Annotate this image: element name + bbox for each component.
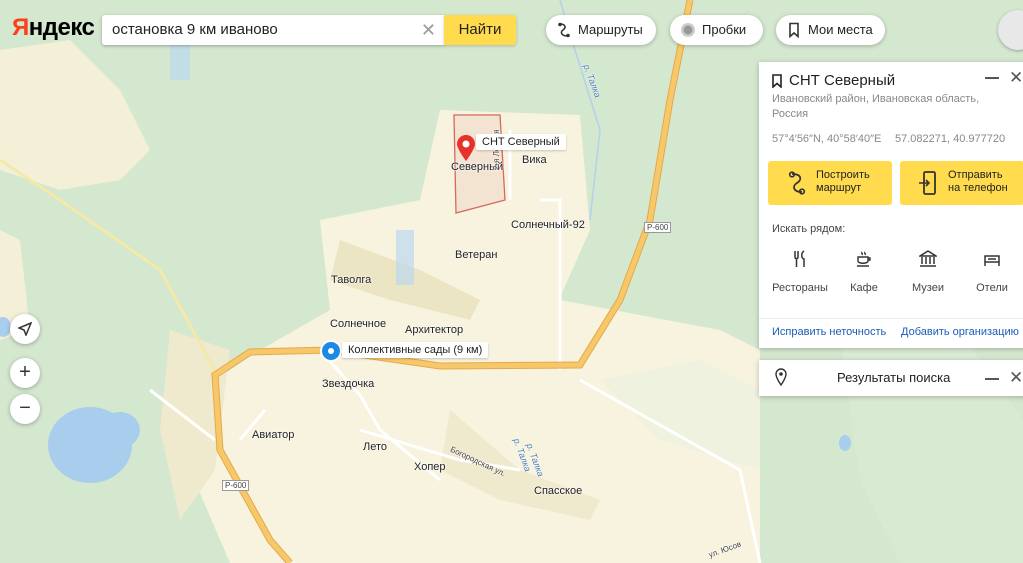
place-label-solnechny92: Солнечный-92: [511, 219, 585, 231]
road-badge-r600-bottom: Р-600: [222, 480, 250, 491]
bookmark-icon: [789, 22, 799, 38]
build-route-button[interactable]: Построить маршрут: [768, 161, 892, 205]
place-label-leto: Лето: [363, 441, 388, 453]
build-route-label-1: Построить: [816, 169, 870, 181]
clear-icon[interactable]: ✕: [421, 15, 436, 45]
close-icon[interactable]: ✕: [1009, 69, 1023, 86]
minimize-icon[interactable]: [985, 77, 999, 79]
nearby-cafe[interactable]: Кафе: [831, 250, 897, 294]
traffic-button[interactable]: Пробки: [670, 15, 763, 45]
nearby-label: Искать рядом:: [772, 223, 846, 235]
location-pin-icon: [775, 368, 787, 386]
bed-icon: [984, 255, 1000, 266]
routes-label: Маршруты: [578, 22, 643, 37]
add-organization-link[interactable]: Добавить организацию: [901, 326, 1019, 338]
search-results-panel[interactable]: Результаты поиска ✕: [759, 360, 1023, 396]
place-label-aviator: Авиатор: [252, 429, 295, 441]
yandex-logo[interactable]: Яндекс: [12, 14, 95, 42]
marker-label[interactable]: СНТ Северный: [476, 134, 566, 150]
place-address: Ивановский район, Ивановская область, Ро…: [772, 93, 980, 120]
place-label-arkhitektor: Архитектор: [405, 324, 464, 336]
coffee-cup-icon: [857, 251, 871, 267]
bus-stop-icon[interactable]: [322, 342, 340, 360]
nearby-cafe-label: Кафе: [850, 282, 878, 294]
navigation-arrow-icon: [17, 321, 33, 337]
minimize-icon[interactable]: [985, 378, 999, 380]
routes-button[interactable]: Маршруты: [546, 15, 656, 45]
send-to-phone-label-2: на телефон: [948, 182, 1008, 194]
search-input-value: остановка 9 км иваново: [112, 21, 278, 38]
nearby-hotels[interactable]: Отели: [959, 250, 1023, 294]
nearby-restaurants[interactable]: Рестораны: [767, 250, 833, 294]
place-title: СНТ Северный: [789, 72, 896, 89]
zoom-out-button[interactable]: −: [10, 394, 40, 424]
send-to-phone-label-1: Отправить: [948, 169, 1003, 181]
museum-icon: [919, 250, 937, 267]
coords-dms[interactable]: 57°4′56″N, 40°58′40″E: [772, 133, 881, 145]
traffic-label: Пробки: [702, 22, 747, 37]
card-divider: [759, 318, 1023, 319]
zoom-in-button[interactable]: +: [10, 358, 40, 388]
my-places-label: Мои места: [808, 22, 873, 37]
place-label-solnechnoe: Солнечное: [330, 318, 387, 330]
place-label-khoper: Хопер: [414, 461, 446, 473]
phone-icon: [919, 171, 936, 195]
build-route-label-2: маршрут: [816, 182, 862, 194]
find-button[interactable]: Найти: [444, 15, 516, 45]
plus-icon: +: [19, 361, 31, 383]
place-label-tavolga: Таволга: [331, 274, 372, 286]
close-icon[interactable]: ✕: [1009, 369, 1023, 386]
route-icon: [788, 171, 806, 195]
my-places-button[interactable]: Мои места: [776, 15, 885, 45]
coords-decimal[interactable]: 57.082271, 40.977720: [895, 133, 1005, 145]
fork-knife-icon: [794, 250, 805, 267]
nearby-museums[interactable]: Музеи: [895, 250, 961, 294]
place-card: СНТ Северный ✕ Ивановский район, Ивановс…: [759, 62, 1023, 348]
traffic-icon: [681, 23, 695, 37]
search-results-label: Результаты поиска: [837, 370, 951, 385]
place-label-veteran: Ветеран: [455, 249, 498, 261]
nearby-hotels-label: Отели: [976, 282, 1008, 294]
locate-button[interactable]: [10, 314, 40, 344]
bookmark-icon: [772, 74, 782, 88]
route-icon: [558, 22, 570, 38]
nearby-restaurants-label: Рестораны: [772, 282, 828, 294]
minus-icon: −: [19, 397, 31, 419]
place-label-vika: Вика: [522, 154, 547, 166]
send-to-phone-button[interactable]: Отправить на телефон: [900, 161, 1023, 205]
road-badge-r600-top: Р-600: [644, 222, 672, 233]
place-label-spasskoe: Спасское: [534, 485, 583, 497]
place-label-zvezdochka: Звездочка: [322, 378, 375, 390]
nearby-museums-label: Музеи: [912, 282, 944, 294]
location-pin-icon[interactable]: [456, 134, 476, 162]
search-input[interactable]: остановка 9 км иваново ✕: [102, 15, 444, 45]
bus-stop-label[interactable]: Коллективные сады (9 км): [342, 342, 489, 358]
fix-inaccuracy-link[interactable]: Исправить неточность: [772, 326, 886, 338]
